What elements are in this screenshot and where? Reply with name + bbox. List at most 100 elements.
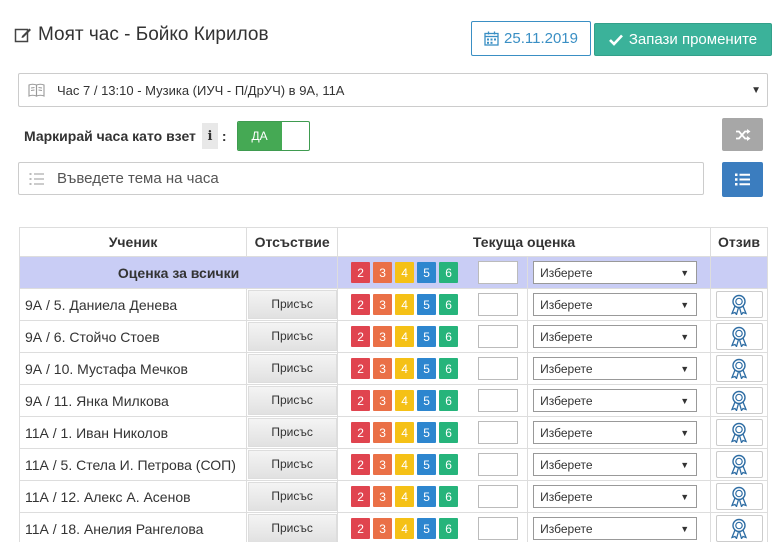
grade-button-3[interactable]: 3: [373, 422, 393, 443]
attendance-button[interactable]: Присъс: [247, 514, 337, 542]
grade-button-3[interactable]: 3: [373, 454, 393, 475]
grade-input[interactable]: [478, 421, 519, 444]
attendance-button[interactable]: Присъс: [247, 418, 337, 447]
grade-button-3[interactable]: 3: [373, 390, 393, 411]
grade-input[interactable]: [478, 453, 519, 476]
grade-cell: 2 3 4 5 6 Изберете ▼: [337, 320, 712, 353]
grade-button-6[interactable]: 6: [439, 262, 459, 283]
grade-input[interactable]: [478, 293, 519, 316]
grade-type-select[interactable]: Изберете ▼: [533, 325, 698, 348]
grade-button-3[interactable]: 3: [373, 358, 393, 379]
page-title: Моят час - Бойко Кирилов: [14, 24, 269, 46]
grade-button-4[interactable]: 4: [395, 326, 415, 347]
grade-button-6[interactable]: 6: [439, 454, 459, 475]
attendance-button[interactable]: Присъс: [247, 322, 337, 351]
grade-input[interactable]: [478, 357, 519, 380]
book-icon: [28, 83, 45, 97]
lesson-select[interactable]: Час 7 / 13:10 - Музика (ИУЧ - П/ДрУЧ) в …: [18, 73, 768, 107]
review-button[interactable]: [715, 451, 763, 478]
topic-list-button[interactable]: [722, 162, 763, 197]
mark-taken-row: Маркирай часа като взет i : ДА: [24, 121, 310, 151]
attendance-button[interactable]: Присъс: [247, 386, 337, 415]
attendance-button[interactable]: Присъс: [247, 450, 337, 479]
grade-input[interactable]: [478, 261, 519, 284]
grade-button-2[interactable]: 2: [351, 326, 371, 347]
grade-button-5[interactable]: 5: [417, 486, 437, 507]
grade-button-5[interactable]: 5: [417, 390, 437, 411]
grade-button-5[interactable]: 5: [417, 454, 437, 475]
grade-button-2[interactable]: 2: [351, 486, 371, 507]
grade-button-5[interactable]: 5: [417, 358, 437, 379]
review-button[interactable]: [715, 483, 763, 510]
review-button[interactable]: [715, 419, 763, 446]
save-label: Запази промените: [628, 31, 758, 48]
grade-button-4[interactable]: 4: [395, 390, 415, 411]
grade-button-2[interactable]: 2: [351, 262, 371, 283]
grade-type-select[interactable]: Изберете ▼: [533, 485, 698, 508]
grade-buttons: 23456: [351, 294, 459, 315]
grade-button-2[interactable]: 2: [351, 358, 371, 379]
grade-input[interactable]: [478, 389, 519, 412]
grade-button-2[interactable]: 2: [351, 454, 371, 475]
grade-button-6[interactable]: 6: [439, 326, 459, 347]
grade-button-6[interactable]: 6: [439, 294, 459, 315]
grade-input[interactable]: [478, 325, 519, 348]
grade-type-select[interactable]: Изберете ▼: [533, 453, 698, 476]
grade-type-select[interactable]: Изберете ▼: [533, 261, 698, 284]
list-icon: [735, 173, 750, 186]
caret-down-icon: ▼: [680, 331, 690, 342]
grade-button-4[interactable]: 4: [395, 454, 415, 475]
review-button[interactable]: [715, 355, 763, 382]
attendance-button[interactable]: Присъс: [247, 482, 337, 511]
award-icon: [729, 422, 749, 443]
grade-button-2[interactable]: 2: [351, 294, 371, 315]
review-button[interactable]: [715, 515, 763, 542]
topic-input[interactable]: [57, 170, 657, 187]
grade-button-5[interactable]: 5: [417, 262, 437, 283]
grade-button-6[interactable]: 6: [439, 358, 459, 379]
grade-button-4[interactable]: 4: [395, 294, 415, 315]
list-icon: [29, 172, 44, 185]
grade-button-6[interactable]: 6: [439, 486, 459, 507]
grade-button-5[interactable]: 5: [417, 422, 437, 443]
grade-type-select[interactable]: Изберете ▼: [533, 389, 698, 412]
header-review: Отзив: [710, 227, 768, 257]
grade-type-select[interactable]: Изберете ▼: [533, 517, 698, 540]
grade-button-3[interactable]: 3: [373, 486, 393, 507]
grade-button-3[interactable]: 3: [373, 294, 393, 315]
grade-button-5[interactable]: 5: [417, 518, 437, 539]
grade-button-2[interactable]: 2: [351, 518, 371, 539]
grade-type-select[interactable]: Изберете ▼: [533, 357, 698, 380]
divider: [527, 353, 529, 384]
save-changes-button[interactable]: Запази промените: [594, 23, 772, 56]
attendance-button[interactable]: Присъс: [247, 354, 337, 383]
grade-button-2[interactable]: 2: [351, 390, 371, 411]
attendance-button[interactable]: Присъс: [247, 290, 337, 319]
review-button[interactable]: [715, 291, 763, 318]
shuffle-button[interactable]: [722, 118, 763, 151]
grade-button-3[interactable]: 3: [373, 326, 393, 347]
grade-input[interactable]: [478, 517, 519, 540]
grade-button-6[interactable]: 6: [439, 390, 459, 411]
grade-type-select[interactable]: Изберете ▼: [533, 421, 698, 444]
grade-button-4[interactable]: 4: [395, 486, 415, 507]
grade-button-2[interactable]: 2: [351, 422, 371, 443]
mark-taken-toggle[interactable]: ДА: [236, 121, 310, 151]
grade-button-4[interactable]: 4: [395, 518, 415, 539]
review-button[interactable]: [715, 387, 763, 414]
grade-button-6[interactable]: 6: [439, 422, 459, 443]
grade-input[interactable]: [478, 485, 519, 508]
date-picker-button[interactable]: 25.11.2019: [471, 21, 591, 56]
grade-type-select[interactable]: Изберете ▼: [533, 293, 698, 316]
grade-button-4[interactable]: 4: [395, 358, 415, 379]
grade-button-4[interactable]: 4: [395, 262, 415, 283]
grade-button-3[interactable]: 3: [373, 518, 393, 539]
grade-button-5[interactable]: 5: [417, 294, 437, 315]
grade-button-6[interactable]: 6: [439, 518, 459, 539]
info-icon[interactable]: i: [201, 123, 218, 149]
review-button[interactable]: [715, 323, 763, 350]
award-icon: [729, 294, 749, 315]
grade-button-4[interactable]: 4: [395, 422, 415, 443]
grade-button-3[interactable]: 3: [373, 262, 393, 283]
grade-button-5[interactable]: 5: [417, 326, 437, 347]
